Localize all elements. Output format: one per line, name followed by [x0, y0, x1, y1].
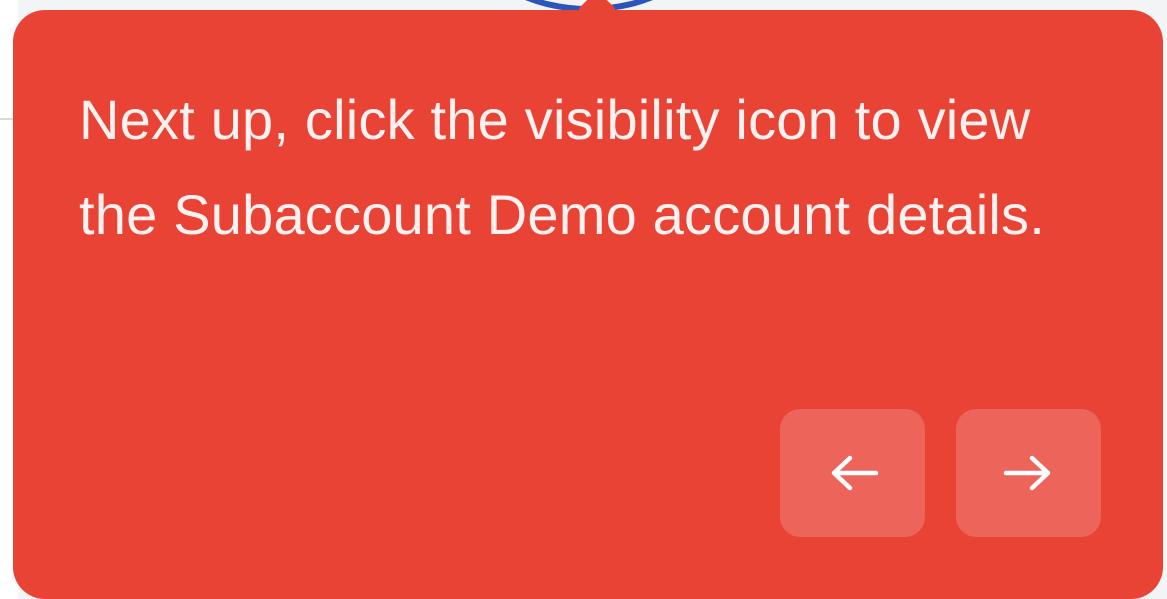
guide-tooltip: Next up, click the visibility icon to vi…	[13, 0, 1163, 599]
arrow-right-icon	[1003, 455, 1050, 491]
previous-step-button[interactable]	[780, 409, 925, 537]
tooltip-message: Next up, click the visibility icon to vi…	[79, 88, 1046, 246]
arrow-left-icon	[831, 455, 878, 491]
next-step-button[interactable]	[956, 409, 1101, 537]
tooltip-pointer	[577, 0, 617, 30]
